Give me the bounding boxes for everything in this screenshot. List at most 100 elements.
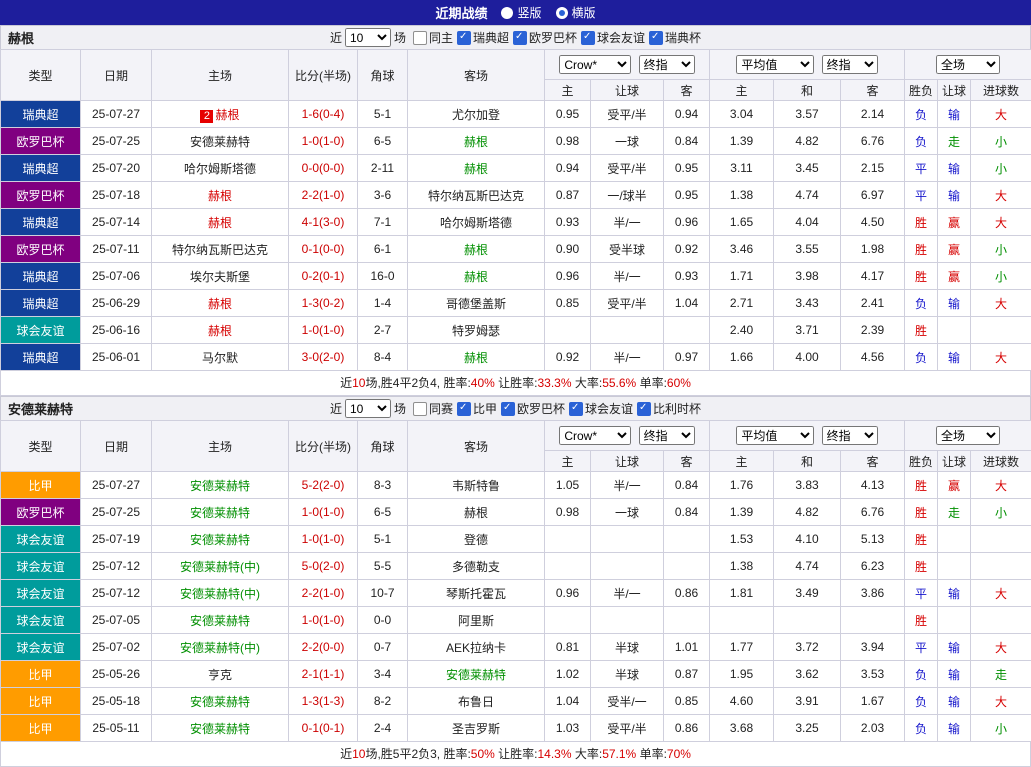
match-score-link[interactable]: 1-6(0-4): [289, 101, 358, 128]
average-select[interactable]: 平均值: [736, 426, 814, 445]
summary-segment: 单率:: [636, 747, 667, 761]
away-team-link[interactable]: 琴斯托霍瓦: [408, 580, 545, 607]
match-score-link[interactable]: 5-0(2-0): [289, 553, 358, 580]
result-goals: 大: [971, 101, 1031, 128]
home-team-link[interactable]: 亨克: [152, 661, 289, 688]
away-team-link[interactable]: 登德: [408, 526, 545, 553]
match-score-link[interactable]: 3-0(2-0): [289, 344, 358, 371]
home-team-link[interactable]: 安德莱赫特: [152, 472, 289, 499]
filter-checkbox[interactable]: 欧罗巴杯: [501, 400, 565, 417]
layout-radio-vertical[interactable]: 竖版: [501, 4, 541, 21]
home-team-link[interactable]: 2赫根: [152, 101, 289, 128]
away-team-link[interactable]: 哈尔姆斯塔德: [408, 209, 545, 236]
league-badge: 瑞典超: [1, 155, 81, 182]
avg-away: 4.13: [841, 472, 905, 499]
layout-radio-horizontal[interactable]: 横版: [556, 4, 596, 21]
away-team-link[interactable]: 赫根: [408, 263, 545, 290]
filter-checkbox[interactable]: 球会友谊: [569, 400, 633, 417]
away-team-link[interactable]: 特罗姆瑟: [408, 317, 545, 344]
radio-label: 竖版: [517, 4, 541, 21]
result-goals: 小: [971, 263, 1031, 290]
away-team-link[interactable]: 布鲁日: [408, 688, 545, 715]
odds-source-select[interactable]: Crow*: [559, 426, 631, 445]
away-team-link[interactable]: 韦斯特鲁: [408, 472, 545, 499]
home-team-link[interactable]: 埃尔夫斯堡: [152, 263, 289, 290]
match-score-link[interactable]: 0-1(0-1): [289, 715, 358, 742]
away-team-link[interactable]: 赫根: [408, 499, 545, 526]
filter-checkbox[interactable]: 比甲: [457, 400, 497, 417]
match-score-link[interactable]: 1-0(1-0): [289, 317, 358, 344]
home-team-link[interactable]: 赫根: [152, 290, 289, 317]
home-team-link[interactable]: 安德莱赫特: [152, 688, 289, 715]
filter-checkbox[interactable]: 同赛: [413, 400, 453, 417]
home-team-link[interactable]: 安德莱赫特(中): [152, 553, 289, 580]
avg-draw: 3.83: [774, 472, 841, 499]
match-score-link[interactable]: 2-2(0-0): [289, 634, 358, 661]
corner-score: 8-3: [358, 472, 408, 499]
away-team-link[interactable]: 阿里斯: [408, 607, 545, 634]
home-team-link[interactable]: 安德莱赫特(中): [152, 580, 289, 607]
odds-final-select[interactable]: 终指: [639, 426, 695, 445]
filter-checkbox[interactable]: 球会友谊: [581, 29, 645, 46]
home-team-link[interactable]: 赫根: [152, 182, 289, 209]
home-team-link[interactable]: 安德莱赫特: [152, 499, 289, 526]
home-team-link[interactable]: 安德莱赫特: [152, 128, 289, 155]
home-team-link[interactable]: 安德莱赫特: [152, 526, 289, 553]
away-team-link[interactable]: 尤尔加登: [408, 101, 545, 128]
away-team-link[interactable]: 赫根: [408, 236, 545, 263]
average-select[interactable]: 平均值: [736, 55, 814, 74]
match-score-link[interactable]: 1-0(1-0): [289, 128, 358, 155]
fulltime-select[interactable]: 全场: [936, 55, 1000, 74]
away-team-link[interactable]: AEK拉纳卡: [408, 634, 545, 661]
result-handicap: 输: [938, 182, 971, 209]
home-team-link[interactable]: 安德莱赫特: [152, 715, 289, 742]
away-team-link[interactable]: 安德莱赫特: [408, 661, 545, 688]
odds-home: 1.05: [545, 472, 591, 499]
home-team-link[interactable]: 哈尔姆斯塔德: [152, 155, 289, 182]
avg-draw: 3.57: [774, 101, 841, 128]
home-team-link[interactable]: 马尔默: [152, 344, 289, 371]
match-date: 25-07-18: [81, 182, 152, 209]
average-final-select[interactable]: 终指: [822, 55, 878, 74]
match-score-link[interactable]: 4-1(3-0): [289, 209, 358, 236]
away-team-link[interactable]: 赫根: [408, 128, 545, 155]
match-score-link[interactable]: 0-2(0-1): [289, 263, 358, 290]
match-score-link[interactable]: 2-1(1-1): [289, 661, 358, 688]
filter-checkbox[interactable]: 比利时杯: [637, 400, 701, 417]
away-team-link[interactable]: 特尔纳瓦斯巴达克: [408, 182, 545, 209]
match-score-link[interactable]: 1-0(1-0): [289, 499, 358, 526]
col-odds-handicap: 让球: [591, 80, 664, 101]
team-text: AEK拉纳卡: [446, 641, 506, 655]
match-score-link[interactable]: 5-2(2-0): [289, 472, 358, 499]
average-final-select[interactable]: 终指: [822, 426, 878, 445]
home-team-link[interactable]: 安德莱赫特(中): [152, 634, 289, 661]
match-score-link[interactable]: 1-3(1-3): [289, 688, 358, 715]
fulltime-select[interactable]: 全场: [936, 426, 1000, 445]
match-score-link[interactable]: 0-1(0-0): [289, 236, 358, 263]
avg-away: 1.98: [841, 236, 905, 263]
home-team-link[interactable]: 赫根: [152, 317, 289, 344]
away-team-link[interactable]: 赫根: [408, 155, 545, 182]
away-team-link[interactable]: 哥德堡盖斯: [408, 290, 545, 317]
match-count-select[interactable]: 10: [345, 28, 391, 47]
match-score-link[interactable]: 1-0(1-0): [289, 607, 358, 634]
away-team-link[interactable]: 圣吉罗斯: [408, 715, 545, 742]
home-team-link[interactable]: 特尔纳瓦斯巴达克: [152, 236, 289, 263]
match-score-link[interactable]: 1-0(1-0): [289, 526, 358, 553]
match-score-link[interactable]: 0-0(0-0): [289, 155, 358, 182]
match-count-select[interactable]: 10: [345, 399, 391, 418]
filter-checkbox[interactable]: 瑞典杯: [649, 29, 701, 46]
match-score-link[interactable]: 2-2(1-0): [289, 182, 358, 209]
away-team-link[interactable]: 多德勒支: [408, 553, 545, 580]
match-score-link[interactable]: 2-2(1-0): [289, 580, 358, 607]
filter-checkbox[interactable]: 瑞典超: [457, 29, 509, 46]
col-avg-draw: 和: [774, 451, 841, 472]
home-team-link[interactable]: 安德莱赫特: [152, 607, 289, 634]
filter-checkbox[interactable]: 欧罗巴杯: [513, 29, 577, 46]
odds-source-select[interactable]: Crow*: [559, 55, 631, 74]
away-team-link[interactable]: 赫根: [408, 344, 545, 371]
home-team-link[interactable]: 赫根: [152, 209, 289, 236]
filter-checkbox[interactable]: 同主: [413, 29, 453, 46]
odds-final-select[interactable]: 终指: [639, 55, 695, 74]
match-score-link[interactable]: 1-3(0-2): [289, 290, 358, 317]
